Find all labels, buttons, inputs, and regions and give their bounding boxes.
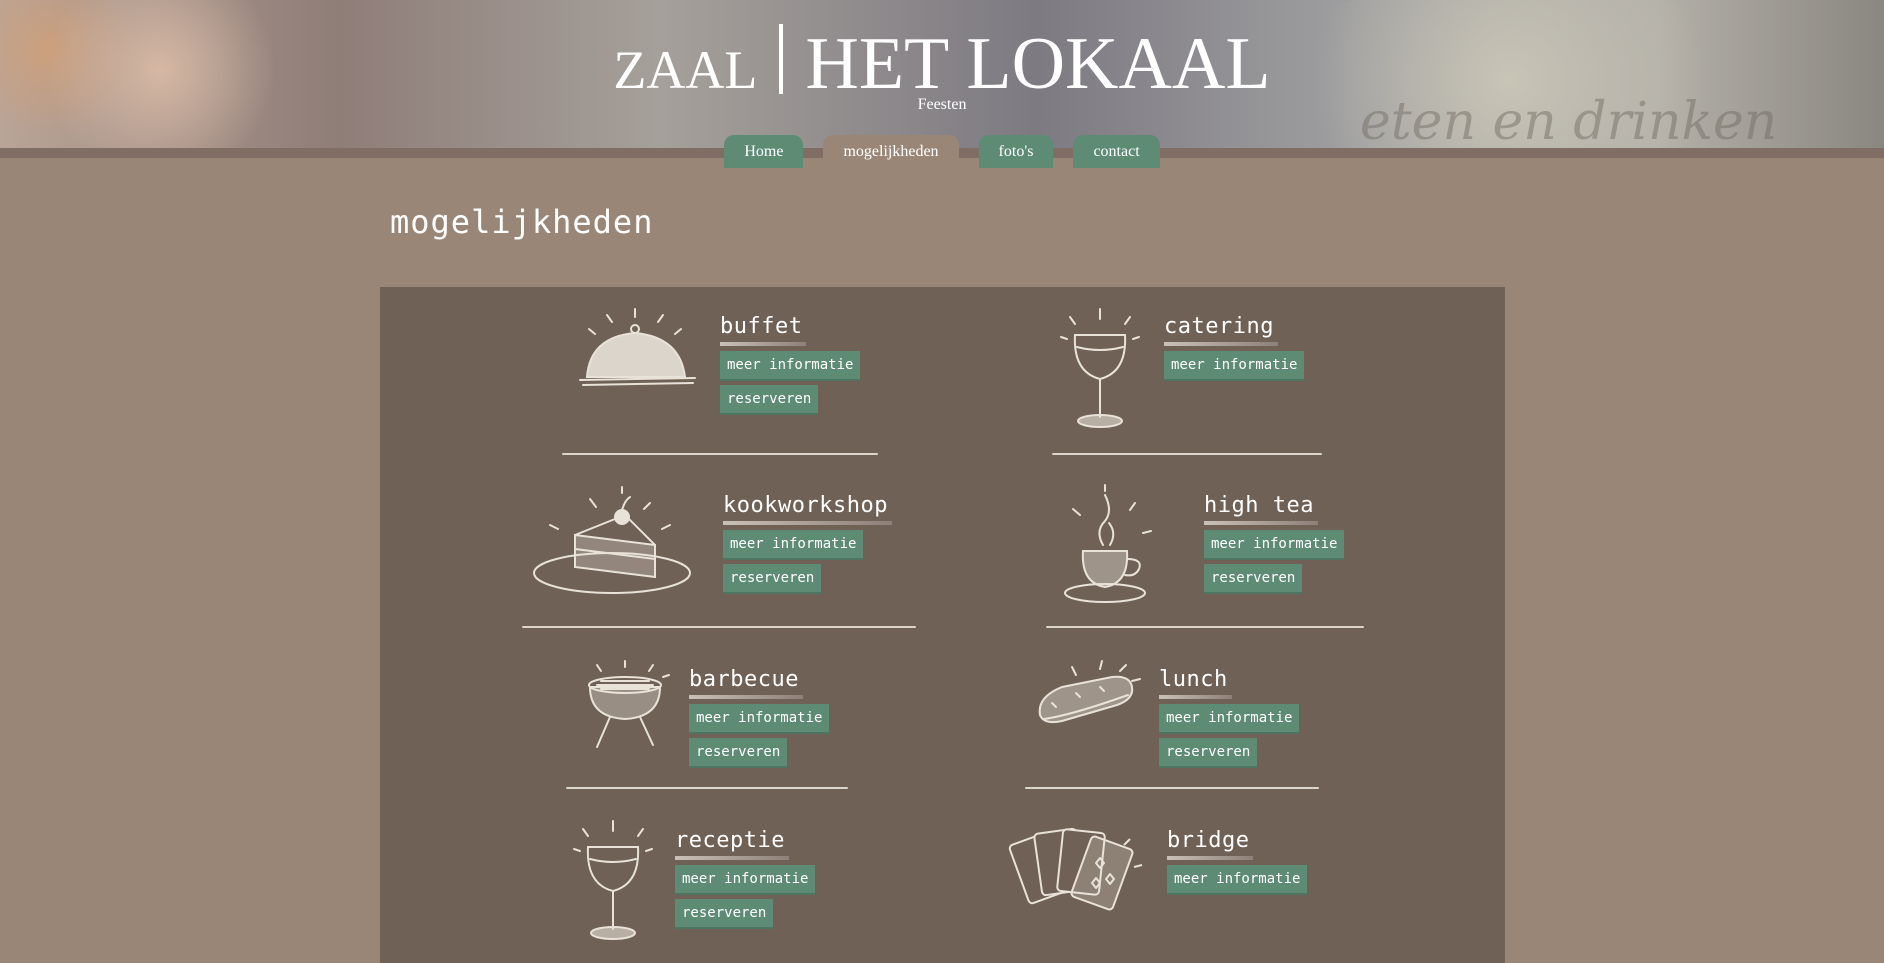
section-divider: [1046, 626, 1364, 628]
wine-glass-icon: [1060, 308, 1140, 428]
reserveren-button[interactable]: reserveren: [1159, 738, 1258, 768]
reserveren-button[interactable]: reserveren: [675, 899, 774, 929]
teacup-icon: [1064, 484, 1152, 603]
option-title: bridge: [1167, 828, 1254, 860]
playing-cards-icon: [1008, 827, 1143, 911]
option-title: catering: [1164, 314, 1278, 346]
page-title: mogelijkheden: [390, 203, 654, 241]
logo-het-lokaal: HET LOKAAL: [805, 23, 1271, 105]
meer-informatie-button[interactable]: meer informatie: [1164, 351, 1305, 381]
options-panel: buffet meer informatie reserveren cateri…: [380, 287, 1505, 963]
reserveren-button[interactable]: reserveren: [723, 564, 822, 594]
option-title: high tea: [1204, 493, 1318, 525]
nav-tab-contact[interactable]: contact: [1073, 135, 1160, 168]
site-subtitle: Feesten: [917, 96, 967, 113]
sandwich-icon: [1038, 660, 1141, 724]
reserveren-button[interactable]: reserveren: [720, 385, 819, 415]
option-title: kookworkshop: [723, 493, 892, 525]
section-divider: [522, 626, 916, 628]
section-divider: [562, 453, 878, 455]
section-divider: [1025, 787, 1319, 789]
nav-tab-mogelijkheden[interactable]: mogelijkheden: [823, 135, 959, 168]
wine-glass-icon: [573, 820, 653, 940]
nav-tab-home[interactable]: Home: [724, 135, 804, 168]
option-title: buffet: [720, 314, 807, 346]
meer-informatie-button[interactable]: meer informatie: [675, 865, 816, 895]
reserveren-button[interactable]: reserveren: [689, 738, 788, 768]
barbecue-grill-icon: [588, 660, 670, 748]
option-title: lunch: [1159, 667, 1232, 699]
site-logo[interactable]: ZAAL HET LOKAAL: [0, 22, 1884, 107]
section-divider: [566, 787, 848, 789]
meer-informatie-button[interactable]: meer informatie: [1204, 530, 1345, 560]
section-divider: [1052, 453, 1322, 455]
option-title: barbecue: [689, 667, 803, 699]
nav-tab-fotos[interactable]: foto's: [978, 135, 1054, 168]
meer-informatie-button[interactable]: meer informatie: [723, 530, 864, 560]
cake-slice-icon: [533, 486, 691, 594]
main-navigation: Home mogelijkheden foto's contact: [0, 135, 1884, 168]
meer-informatie-button[interactable]: meer informatie: [1159, 704, 1300, 734]
food-cloche-icon: [579, 308, 696, 386]
meer-informatie-button[interactable]: meer informatie: [720, 351, 861, 381]
meer-informatie-button[interactable]: meer informatie: [689, 704, 830, 734]
option-title: receptie: [675, 828, 789, 860]
reserveren-button[interactable]: reserveren: [1204, 564, 1303, 594]
logo-divider: [779, 24, 784, 94]
meer-informatie-button[interactable]: meer informatie: [1167, 865, 1308, 895]
logo-zaal: ZAAL: [613, 40, 758, 100]
